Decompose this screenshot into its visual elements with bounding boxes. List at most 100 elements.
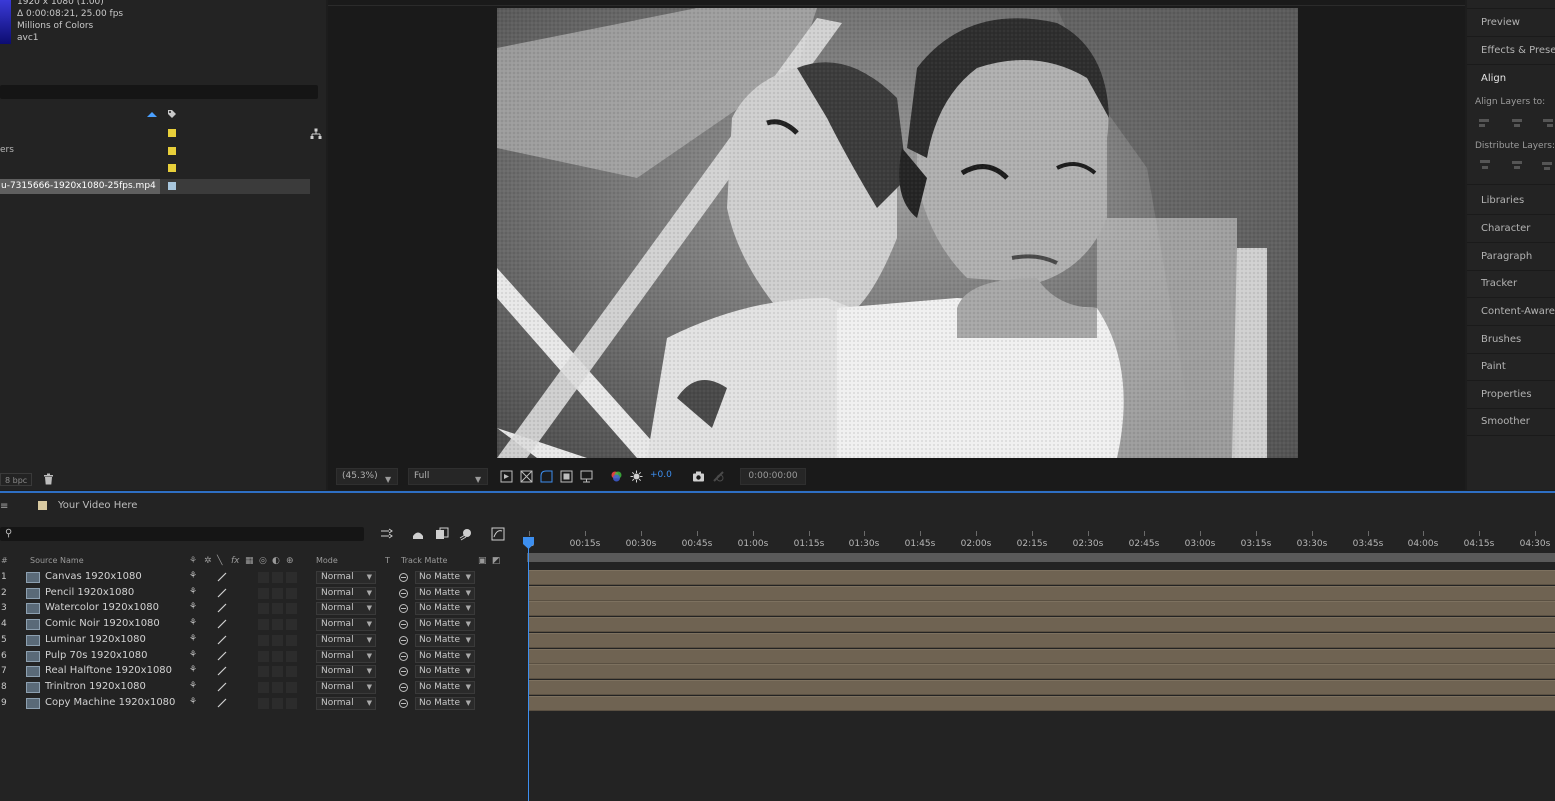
layer-duration-bar[interactable] <box>529 617 1555 632</box>
motion-blur-switch[interactable] <box>272 666 283 677</box>
work-area-bar[interactable] <box>527 553 1555 562</box>
graph-editor-icon[interactable] <box>491 527 505 541</box>
frame-blend-switch[interactable] <box>258 635 269 646</box>
track-matte-link-icon[interactable] <box>398 588 409 599</box>
blend-mode-dropdown[interactable]: Normal ▼ <box>316 697 376 710</box>
quality-switch-icon[interactable] <box>217 588 227 598</box>
project-item[interactable] <box>0 161 310 176</box>
quality-switch-icon[interactable] <box>217 635 227 645</box>
layer-name[interactable]: Comic Noir 1920x1080 <box>45 618 160 629</box>
frame-blending-icon[interactable] <box>435 527 449 541</box>
motion-blur-switch[interactable] <box>272 603 283 614</box>
layer-name[interactable]: Luminar 1920x1080 <box>45 634 146 645</box>
adjustment-switch[interactable] <box>286 651 297 662</box>
shy-switch-icon[interactable]: ⚘ <box>189 571 197 581</box>
project-search-input[interactable] <box>0 85 318 99</box>
adjustment-switch[interactable] <box>286 666 297 677</box>
column-t[interactable]: T <box>385 556 390 565</box>
quality-switch-icon[interactable] <box>217 651 227 661</box>
frame-blend-switch[interactable] <box>258 698 269 709</box>
motion-blur-switch[interactable] <box>272 572 283 583</box>
comp-tab-name[interactable]: Your Video Here <box>58 500 137 511</box>
blend-mode-dropdown[interactable]: Normal ▼ <box>316 602 376 615</box>
fast-previews-icon[interactable] <box>500 470 513 483</box>
layer-name[interactable]: Pulp 70s 1920x1080 <box>45 650 147 661</box>
effects-column-icon[interactable]: fx <box>231 556 240 566</box>
layer-name[interactable]: Trinitron 1920x1080 <box>45 681 146 692</box>
adjustment-column-icon[interactable]: ◐ <box>272 556 280 566</box>
layer-duration-bar[interactable] <box>529 570 1555 585</box>
motion-blur-switch[interactable] <box>272 682 283 693</box>
panel-properties[interactable]: Properties <box>1481 389 1532 400</box>
frame-blend-switch[interactable] <box>258 588 269 599</box>
transparency-grid-icon[interactable] <box>520 470 533 483</box>
track-matte-dropdown[interactable]: No Matte ▼ <box>415 697 475 710</box>
shy-switch-icon[interactable]: ⚘ <box>189 650 197 660</box>
align-center-icon[interactable] <box>1511 118 1523 128</box>
panel-preview[interactable]: Preview <box>1481 17 1520 28</box>
layer-name[interactable]: Watercolor 1920x1080 <box>45 602 159 613</box>
flowchart-icon[interactable] <box>310 128 322 140</box>
quality-switch-icon[interactable] <box>217 682 227 692</box>
resolution-dropdown[interactable]: Full ▼ <box>408 468 488 485</box>
track-matte-dropdown[interactable]: No Matte ▼ <box>415 587 475 600</box>
render-time-icon[interactable]: ◩ <box>492 556 501 566</box>
show-snapshot-icon[interactable] <box>712 470 725 483</box>
quality-column-icon[interactable]: ╲ <box>217 556 222 566</box>
layer-row[interactable]: 1 Canvas 1920x1080 ⚘ Normal ▼ No Matte ▼ <box>0 570 522 585</box>
layer-row[interactable]: 3 Watercolor 1920x1080 ⚘ Normal ▼ No Matte ▼ <box>0 601 522 616</box>
track-matte-dropdown[interactable]: No Matte ▼ <box>415 665 475 678</box>
composition-frame[interactable] <box>497 8 1298 458</box>
channel-icon[interactable] <box>610 470 623 483</box>
exposure-reset-icon[interactable] <box>630 470 643 483</box>
comp-settings-icon[interactable]: ▣ <box>478 556 487 566</box>
layer-duration-bar[interactable] <box>529 680 1555 695</box>
motion-blur-switch[interactable] <box>272 635 283 646</box>
motion-blur-switch[interactable] <box>272 619 283 630</box>
blend-mode-dropdown[interactable]: Normal ▼ <box>316 665 376 678</box>
frame-blend-switch[interactable] <box>258 572 269 583</box>
exposure-value[interactable]: +0.0 <box>650 470 672 480</box>
align-left-icon[interactable] <box>1479 118 1491 128</box>
layer-duration-bar[interactable] <box>529 649 1555 664</box>
track-matte-link-icon[interactable] <box>398 635 409 646</box>
quality-switch-icon[interactable] <box>217 666 227 676</box>
current-time-display[interactable]: 0:00:00:00 <box>740 468 806 485</box>
shy-layers-icon[interactable] <box>411 527 425 541</box>
frame-blend-switch[interactable] <box>258 603 269 614</box>
column-source-name[interactable]: Source Name <box>30 556 84 565</box>
motion-blur-switch[interactable] <box>272 588 283 599</box>
layer-row[interactable]: 7 Real Halftone 1920x1080 ⚘ Normal ▼ No Matte… <box>0 664 522 679</box>
layer-row[interactable]: 8 Trinitron 1920x1080 ⚘ Normal ▼ No Matte ▼ <box>0 680 522 695</box>
blend-mode-dropdown[interactable]: Normal ▼ <box>316 587 376 600</box>
track-matte-dropdown[interactable]: No Matte ▼ <box>415 650 475 663</box>
time-ruler[interactable]: 0s00:15s00:30s00:45s01:00s01:15s01:30s01… <box>522 531 1555 553</box>
region-of-interest-icon[interactable] <box>560 470 573 483</box>
layer-name[interactable]: Canvas 1920x1080 <box>45 571 142 582</box>
track-matte-dropdown[interactable]: No Matte ▼ <box>415 602 475 615</box>
frame-blend-switch[interactable] <box>258 666 269 677</box>
adjustment-switch[interactable] <box>286 572 297 583</box>
motion-blur-column-icon[interactable]: ◎ <box>259 556 267 566</box>
track-matte-link-icon[interactable] <box>398 572 409 583</box>
adjustment-switch[interactable] <box>286 619 297 630</box>
shy-column-icon[interactable]: ⚘ <box>189 556 197 566</box>
timeline-graph[interactable]: 0s00:15s00:30s00:45s01:00s01:15s01:30s01… <box>522 523 1555 801</box>
panel-tracker[interactable]: Tracker <box>1481 278 1517 289</box>
frame-blend-switch[interactable] <box>258 651 269 662</box>
track-matte-link-icon[interactable] <box>398 698 409 709</box>
track-matte-link-icon[interactable] <box>398 666 409 677</box>
distribute-top-icon[interactable] <box>1479 160 1491 170</box>
layer-duration-bar[interactable] <box>529 633 1555 648</box>
panel-character[interactable]: Character <box>1481 223 1530 234</box>
motion-blur-icon[interactable] <box>459 527 473 541</box>
distribute-bottom-icon[interactable] <box>1541 160 1553 170</box>
blend-mode-dropdown[interactable]: Normal ▼ <box>316 681 376 694</box>
blend-mode-dropdown[interactable]: Normal ▼ <box>316 571 376 584</box>
quality-switch-icon[interactable] <box>217 698 227 708</box>
quality-switch-icon[interactable] <box>217 603 227 613</box>
adjustment-switch[interactable] <box>286 635 297 646</box>
motion-blur-switch[interactable] <box>272 698 283 709</box>
label-tag-icon[interactable] <box>167 109 177 119</box>
layer-row[interactable]: 5 Luminar 1920x1080 ⚘ Normal ▼ No Matte ▼ <box>0 633 522 648</box>
